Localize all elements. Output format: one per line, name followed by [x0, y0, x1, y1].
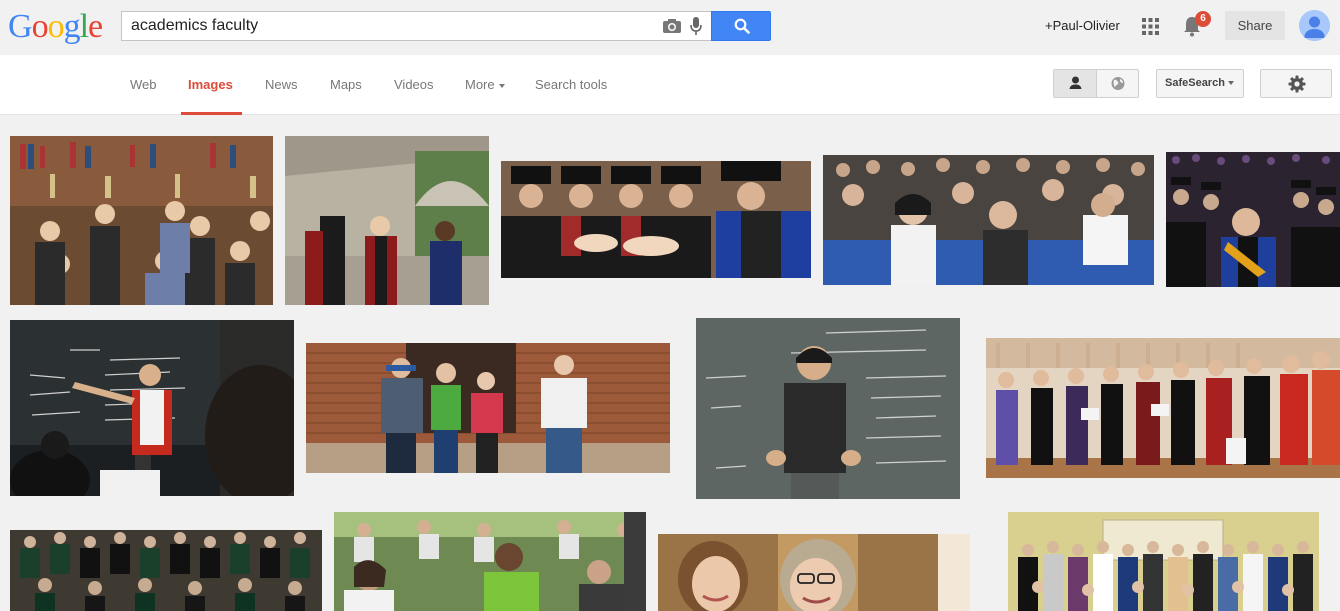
logo-letter-g: G: [8, 8, 33, 45]
image-result[interactable]: [10, 320, 294, 496]
result-thumbnail: [1008, 512, 1319, 611]
notification-count-badge[interactable]: 6: [1195, 11, 1211, 27]
result-thumbnail: [1166, 152, 1340, 287]
camera-icon[interactable]: [662, 18, 682, 34]
result-thumbnail: [285, 136, 489, 305]
apps-grid-icon[interactable]: [1142, 18, 1159, 35]
search-input[interactable]: [122, 12, 642, 40]
logo-letter-l: l: [79, 8, 90, 45]
user-avatar[interactable]: [1299, 10, 1330, 41]
tab-news[interactable]: News: [265, 77, 298, 92]
image-result[interactable]: [10, 136, 273, 305]
image-result[interactable]: [658, 534, 970, 611]
active-tab-indicator: [181, 112, 242, 115]
user-name-link[interactable]: +Paul-Olivier: [1045, 18, 1120, 33]
image-result[interactable]: [986, 338, 1340, 478]
safesearch-label: SafeSearch: [1165, 77, 1225, 89]
image-result[interactable]: [306, 343, 670, 473]
result-thumbnail: [658, 534, 970, 611]
search-nav-bar: Web Images News Maps Videos More Search …: [0, 55, 1340, 115]
top-bar: Google +Paul-Olivier 6 Share: [0, 0, 1340, 55]
search-box: [121, 11, 712, 41]
tab-images[interactable]: Images: [188, 77, 233, 92]
search-icon: [734, 18, 750, 34]
personal-results-toggle[interactable]: [1054, 70, 1097, 97]
globe-icon: [1111, 77, 1125, 90]
image-result[interactable]: [501, 161, 811, 278]
image-result[interactable]: [334, 512, 646, 611]
global-results-toggle[interactable]: [1097, 70, 1139, 97]
image-result[interactable]: [285, 136, 489, 305]
image-result[interactable]: [1166, 152, 1340, 287]
search-button[interactable]: [711, 11, 771, 41]
logo-letter-g2: g: [63, 8, 81, 45]
result-thumbnail: [823, 155, 1154, 285]
results-view-toggle: [1053, 69, 1139, 98]
logo-letter-e: e: [88, 8, 103, 45]
image-result[interactable]: [10, 530, 322, 611]
person-icon: [1069, 76, 1082, 89]
share-button[interactable]: Share: [1225, 11, 1285, 40]
result-thumbnail: [696, 318, 960, 499]
safesearch-dropdown[interactable]: SafeSearch: [1156, 69, 1244, 98]
logo-letter-o2: o: [47, 8, 65, 45]
result-thumbnail: [10, 530, 322, 611]
tab-maps[interactable]: Maps: [330, 77, 362, 92]
chevron-down-icon: [1227, 81, 1234, 86]
gear-icon: [1288, 75, 1306, 93]
result-thumbnail: [10, 320, 294, 496]
result-thumbnail: [986, 338, 1340, 478]
tab-search-tools[interactable]: Search tools: [535, 77, 607, 92]
tab-videos[interactable]: Videos: [394, 77, 434, 92]
tab-more-label: More: [465, 77, 495, 92]
image-result[interactable]: [823, 155, 1154, 285]
tab-more[interactable]: More: [465, 77, 505, 92]
image-result[interactable]: [696, 318, 960, 499]
avatar-person-icon: [1299, 10, 1330, 41]
result-thumbnail: [306, 343, 670, 473]
result-thumbnail: [10, 136, 273, 305]
logo-letter-o1: o: [31, 8, 49, 45]
microphone-icon[interactable]: [689, 16, 703, 36]
chevron-down-icon: [498, 83, 505, 88]
tab-web[interactable]: Web: [130, 77, 157, 92]
google-logo[interactable]: Google: [8, 8, 103, 46]
result-thumbnail: [501, 161, 811, 278]
image-result[interactable]: [1008, 512, 1319, 611]
settings-button[interactable]: [1260, 69, 1332, 98]
result-thumbnail: [334, 512, 646, 611]
